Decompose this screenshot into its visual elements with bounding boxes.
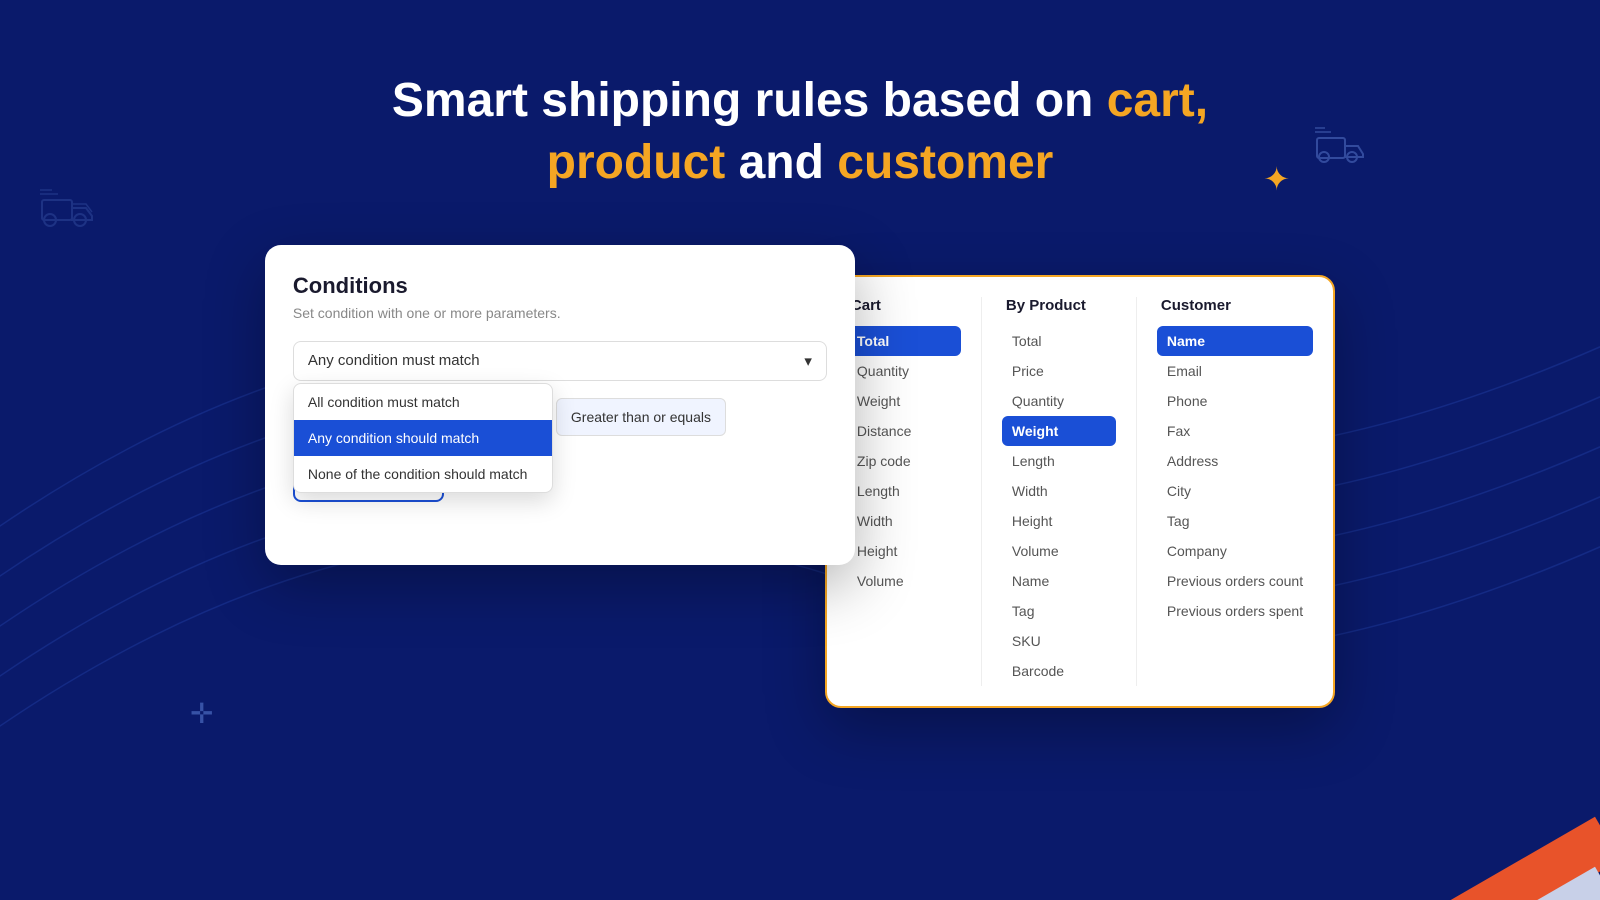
column-header: By Product: [1002, 297, 1116, 314]
column-header: Cart: [847, 297, 961, 314]
cards-wrapper: Conditions Set condition with one or mor…: [265, 245, 1335, 708]
option-item[interactable]: Phone: [1157, 386, 1313, 416]
option-item[interactable]: Length: [847, 476, 961, 506]
option-item[interactable]: Previous orders spent: [1157, 596, 1313, 626]
option-item[interactable]: Name: [1002, 566, 1116, 596]
condition-operator: Greater than or equals: [556, 398, 726, 436]
dropdown-item-all[interactable]: All condition must match: [294, 384, 552, 420]
option-item[interactable]: Company: [1157, 536, 1313, 566]
option-item[interactable]: Price: [1002, 356, 1116, 386]
option-item[interactable]: Quantity: [1002, 386, 1116, 416]
column-header: Customer: [1157, 297, 1313, 314]
option-item[interactable]: Tag: [1157, 506, 1313, 536]
option-item[interactable]: Total: [1002, 326, 1116, 356]
option-item[interactable]: Width: [1002, 476, 1116, 506]
option-item[interactable]: Address: [1157, 446, 1313, 476]
dropdown-item-any[interactable]: Any condition should match: [294, 420, 552, 456]
option-item[interactable]: Name: [1157, 326, 1313, 356]
conditions-subtitle: Set condition with one or more parameter…: [293, 305, 827, 321]
option-item[interactable]: Distance: [847, 416, 961, 446]
option-item[interactable]: Weight: [1002, 416, 1116, 446]
headline: Smart shipping rules based on cart, prod…: [392, 70, 1208, 195]
match-dropdown-menu: All condition must match Any condition s…: [293, 383, 553, 493]
option-item[interactable]: Weight: [847, 386, 961, 416]
match-select-wrapper: Any condition must match ▾ All condition…: [293, 341, 827, 381]
option-item[interactable]: Volume: [847, 566, 961, 596]
conditions-title: Conditions: [293, 273, 827, 299]
option-item[interactable]: Barcode: [1002, 656, 1116, 686]
option-item[interactable]: Total: [847, 326, 961, 356]
option-item[interactable]: Tag: [1002, 596, 1116, 626]
chevron-down-icon: ▾: [804, 352, 812, 370]
option-item[interactable]: Height: [847, 536, 961, 566]
options-panel: CartTotalQuantityWeightDistanceZip codeL…: [825, 275, 1335, 708]
option-item[interactable]: Width: [847, 506, 961, 536]
match-select-value: Any condition must match: [308, 352, 480, 369]
option-item[interactable]: Volume: [1002, 536, 1116, 566]
option-item[interactable]: Height: [1002, 506, 1116, 536]
match-select[interactable]: Any condition must match ▾: [293, 341, 827, 381]
option-item[interactable]: Email: [1157, 356, 1313, 386]
option-item[interactable]: City: [1157, 476, 1313, 506]
option-item[interactable]: Zip code: [847, 446, 961, 476]
options-column-by-product: By Product TotalPriceQuantityWeightLength…: [982, 297, 1137, 686]
conditions-card: Conditions Set condition with one or mor…: [265, 245, 855, 565]
option-item[interactable]: Quantity: [847, 356, 961, 386]
option-item[interactable]: Length: [1002, 446, 1116, 476]
options-column-customer: Customer NameEmailPhoneFaxAddressCityTagC…: [1137, 297, 1333, 686]
option-item[interactable]: Previous orders count: [1157, 566, 1313, 596]
diagonal-stripe: [1380, 740, 1600, 900]
option-item[interactable]: SKU: [1002, 626, 1116, 656]
option-item[interactable]: Fax: [1157, 416, 1313, 446]
dropdown-item-none[interactable]: None of the condition should match: [294, 456, 552, 492]
